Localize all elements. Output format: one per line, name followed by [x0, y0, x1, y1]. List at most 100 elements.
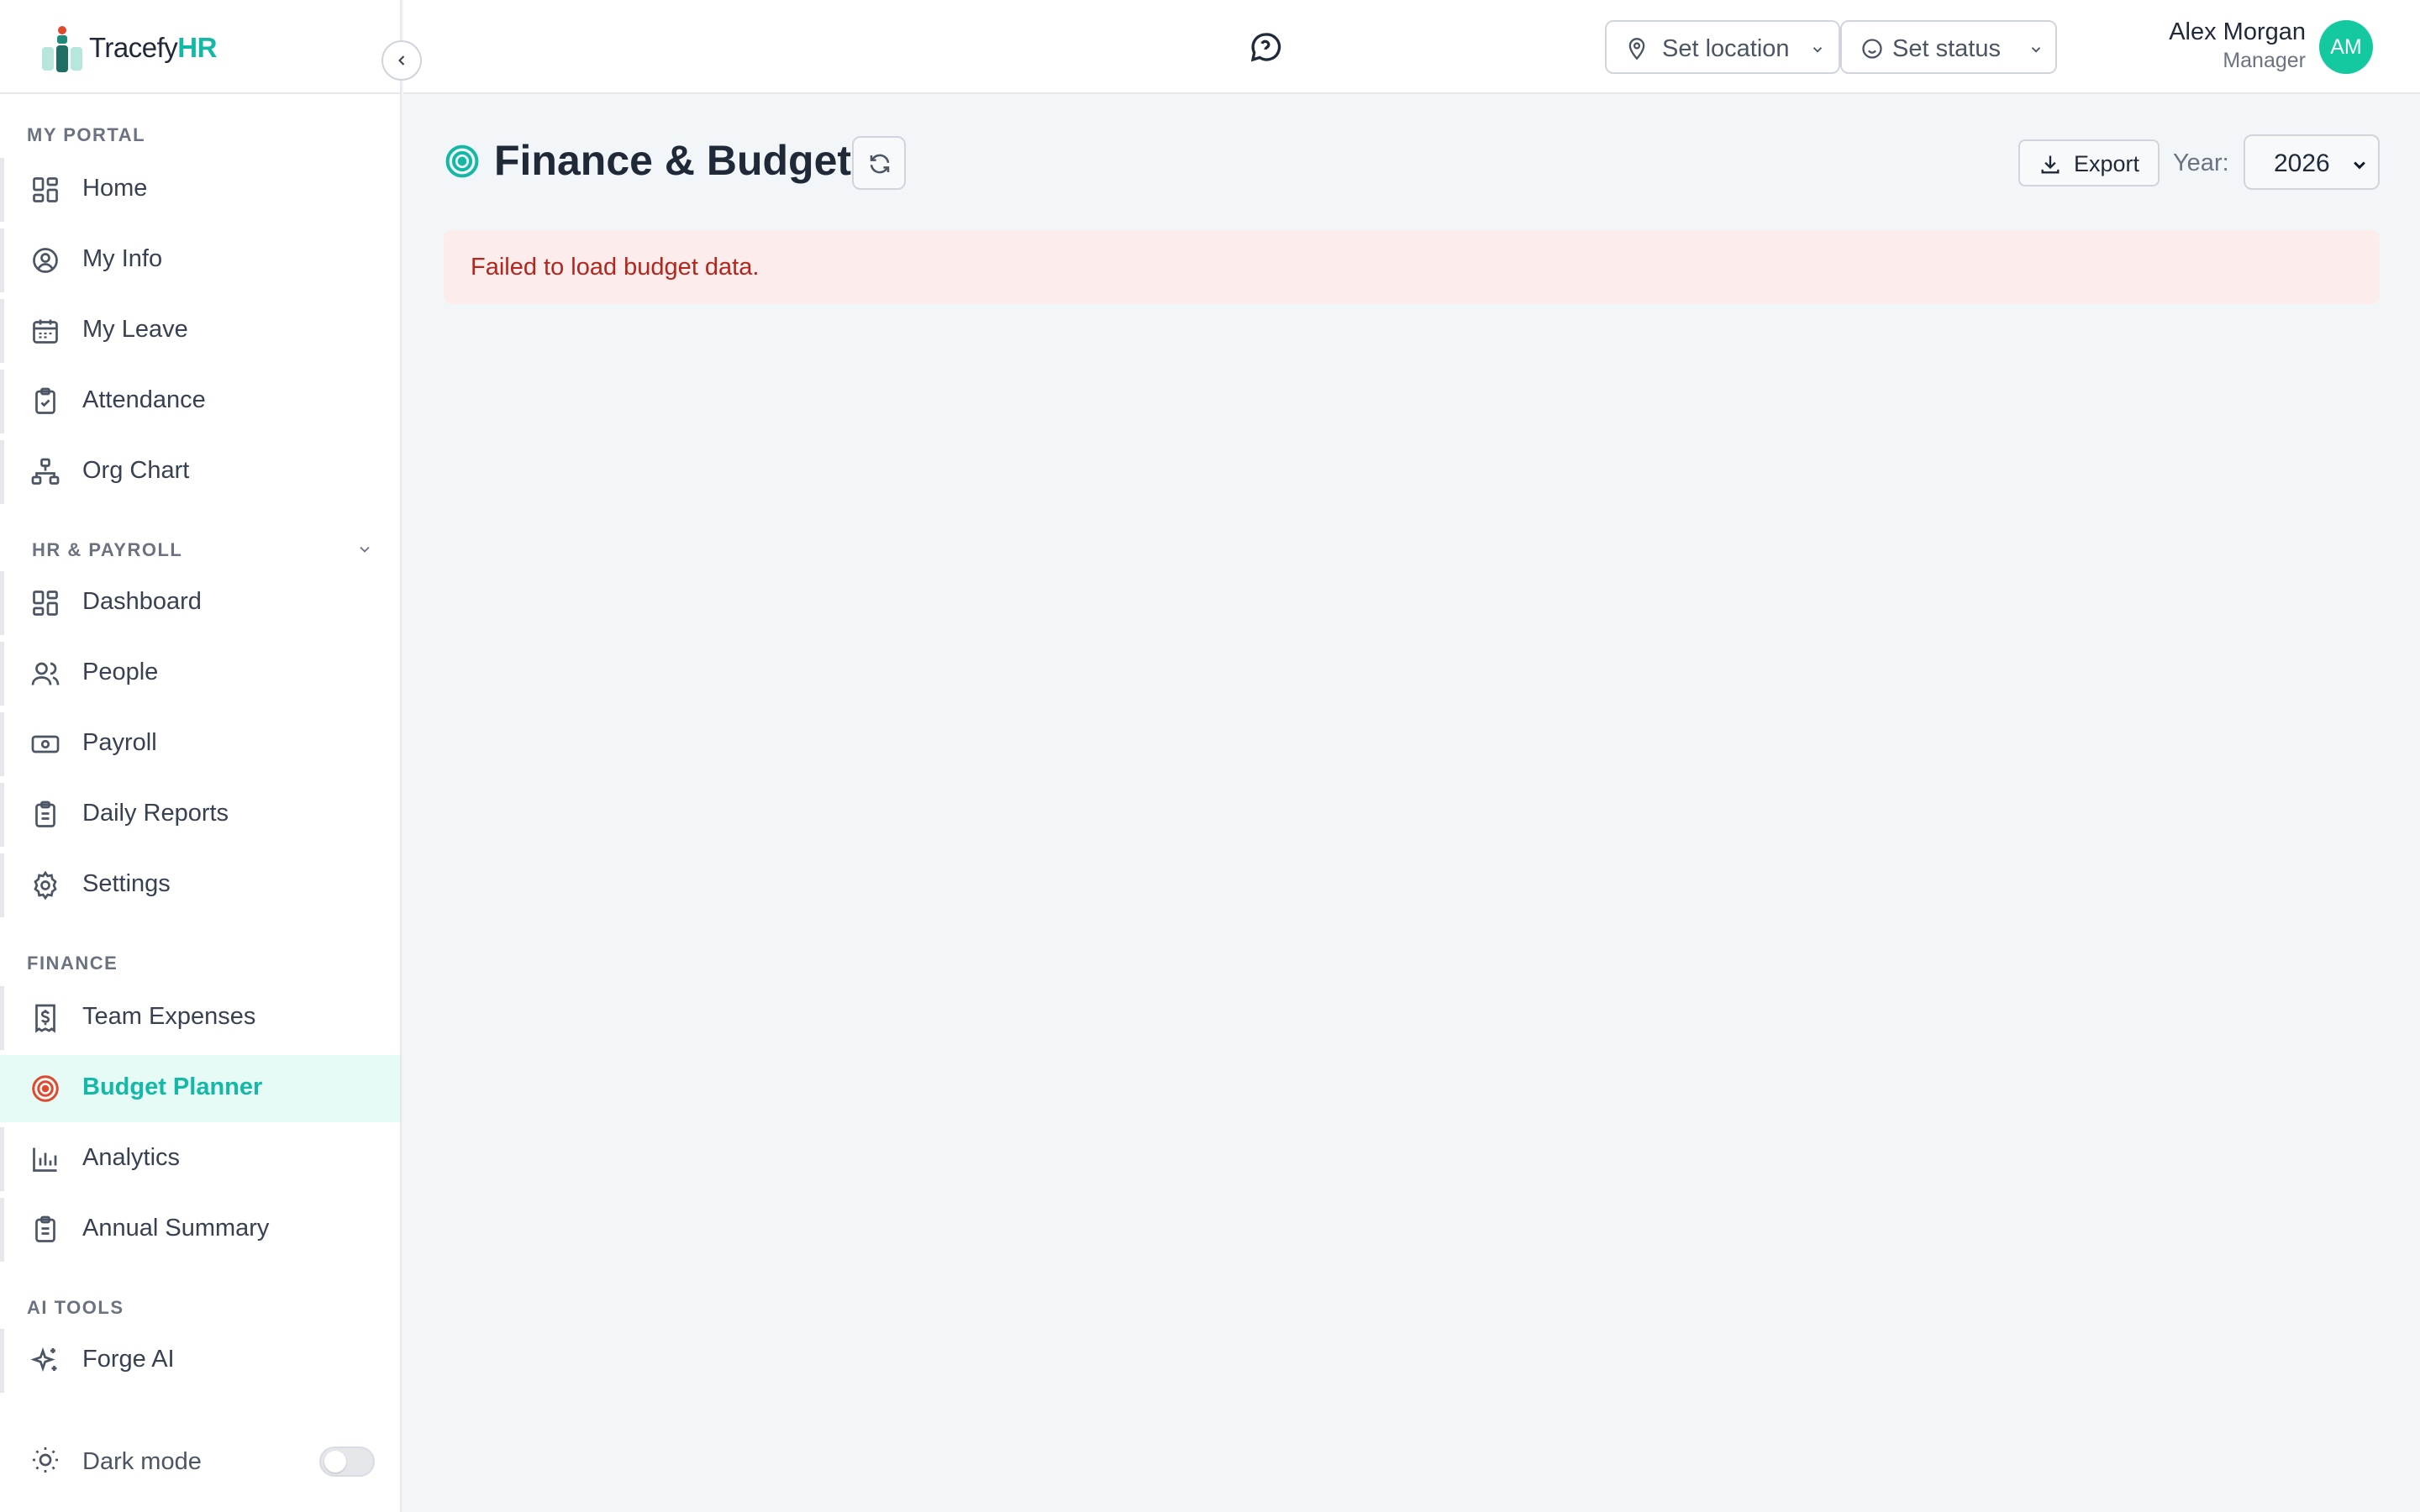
item-bar	[0, 712, 4, 776]
error-alert: Failed to load budget data.	[444, 230, 2380, 304]
download-icon	[2041, 155, 2060, 174]
sidebar-item-my-info[interactable]: My Info	[0, 227, 400, 294]
refresh-icon	[870, 154, 890, 174]
dark-mode-toggle[interactable]	[319, 1446, 375, 1477]
user-circle-icon	[33, 248, 58, 273]
section-hr-payroll: HR & PAYROLL	[32, 539, 183, 560]
sidebar-item-analytics[interactable]: Analytics	[0, 1126, 400, 1193]
toggle-knob	[324, 1451, 346, 1473]
sidebar-item-label: Dashboard	[82, 588, 202, 615]
chevron-down-icon	[2354, 161, 2365, 170]
sidebar-item-label: Daily Reports	[82, 800, 229, 827]
item-bar	[0, 440, 4, 504]
refresh-button[interactable]	[852, 136, 906, 190]
sidebar-item-label: Home	[82, 175, 148, 202]
sidebar-item-dashboard[interactable]: Dashboard	[0, 570, 400, 637]
sidebar: TracefyHR MY PORTAL Home My Info My Leav…	[0, 0, 402, 1512]
banknote-icon	[31, 735, 60, 753]
set-status-button[interactable]: Set status	[1840, 20, 2057, 74]
export-button[interactable]: Export	[2018, 139, 2160, 186]
sidebar-item-label: People	[82, 659, 159, 685]
section-ai-tools: AI TOOLS	[27, 1297, 124, 1318]
item-bar	[0, 370, 4, 433]
item-bar	[0, 986, 4, 1050]
sidebar-item-forge-ai[interactable]: Forge AI	[0, 1327, 400, 1394]
sidebar-item-label: Org Chart	[82, 457, 190, 484]
org-chart-icon	[31, 458, 60, 485]
map-pin-icon	[1628, 38, 1645, 60]
avatar[interactable]: AM	[2319, 20, 2373, 74]
item-bar	[0, 228, 4, 292]
item-bar	[0, 571, 4, 635]
item-bar	[0, 299, 4, 363]
gear-icon	[34, 870, 57, 900]
calendar-icon	[33, 319, 58, 344]
sidebar-item-label: Payroll	[82, 729, 157, 756]
sidebar-item-attendance[interactable]: Attendance	[0, 368, 400, 435]
logo-icon	[42, 26, 82, 72]
export-label: Export	[2074, 151, 2140, 176]
year-label: Year:	[2173, 150, 2229, 176]
user-role: Manager	[2223, 49, 2306, 72]
sidebar-item-label: Attendance	[82, 386, 206, 413]
set-location-label: Set location	[1662, 35, 1790, 62]
year-select[interactable]: 2026	[2244, 134, 2380, 190]
collapse-sidebar-button[interactable]	[381, 40, 422, 81]
sparkles-icon	[30, 1347, 57, 1373]
target-icon	[445, 144, 479, 178]
chevron-down-icon[interactable]	[356, 541, 373, 558]
sidebar-item-org-chart[interactable]: Org Chart	[0, 438, 400, 506]
users-icon	[31, 662, 60, 685]
item-bar	[0, 853, 4, 917]
sidebar-item-daily-reports[interactable]: Daily Reports	[0, 781, 400, 848]
sidebar-item-label: My Leave	[82, 316, 188, 343]
sidebar-item-settings[interactable]: Settings	[0, 852, 400, 919]
page-title: Finance & Budget	[494, 137, 852, 184]
section-my-portal: MY PORTAL	[27, 124, 146, 145]
bar-chart-icon	[33, 1147, 57, 1172]
chevron-down-icon	[1812, 47, 1823, 53]
sidebar-item-team-expenses[interactable]: Team Expenses	[0, 984, 400, 1052]
clipboard-list-icon	[35, 801, 55, 827]
item-bar	[0, 1329, 4, 1393]
receipt-dollar-icon	[35, 1004, 55, 1033]
item-bar	[0, 158, 4, 222]
item-bar	[0, 783, 4, 847]
set-status-label: Set status	[1892, 35, 2001, 62]
sidebar-item-label: Team Expenses	[82, 1003, 256, 1030]
target-icon	[32, 1075, 59, 1102]
section-finance: FINANCE	[27, 953, 118, 974]
clipboard-list-icon	[35, 1215, 55, 1242]
sidebar-item-label: Annual Summary	[82, 1215, 270, 1242]
item-bar	[0, 642, 4, 706]
sidebar-item-label: Forge AI	[82, 1346, 175, 1373]
sidebar-item-label: Settings	[82, 870, 171, 897]
brand-suffix: HR	[177, 32, 217, 63]
dark-mode-label: Dark mode	[82, 1448, 202, 1475]
sidebar-item-my-leave[interactable]: My Leave	[0, 297, 400, 365]
clipboard-check-icon	[35, 387, 55, 414]
sidebar-item-annual-summary[interactable]: Annual Summary	[0, 1196, 400, 1263]
brand-text: Tracefy	[89, 32, 178, 63]
help-icon[interactable]	[1249, 30, 1282, 64]
top-bar: Set location Set status Alex Morgan Mana…	[403, 0, 2420, 94]
smile-icon	[1862, 39, 1882, 59]
chevron-down-icon	[2031, 47, 2041, 53]
sun-icon	[33, 1447, 58, 1473]
set-location-button[interactable]: Set location	[1605, 20, 1840, 74]
item-bar	[0, 1198, 4, 1262]
sidebar-item-label: Budget Planner	[82, 1074, 263, 1100]
sidebar-item-people[interactable]: People	[0, 640, 400, 707]
user-name: Alex Morgan	[2169, 18, 2306, 45]
sidebar-item-label: My Info	[82, 245, 163, 272]
sidebar-item-home[interactable]: Home	[0, 156, 400, 223]
error-message: Failed to load budget data.	[471, 254, 760, 281]
sidebar-item-payroll[interactable]: Payroll	[0, 711, 400, 778]
brand-name: TracefyHR	[89, 32, 217, 64]
dark-mode-row: Dark mode	[0, 1428, 400, 1495]
sidebar-item-budget-planner[interactable]: Budget Planner	[0, 1055, 400, 1122]
sidebar-header: TracefyHR	[0, 0, 402, 94]
chevron-left-icon	[398, 55, 405, 66]
grid-icon	[33, 591, 58, 616]
year-value: 2026	[2274, 150, 2330, 177]
